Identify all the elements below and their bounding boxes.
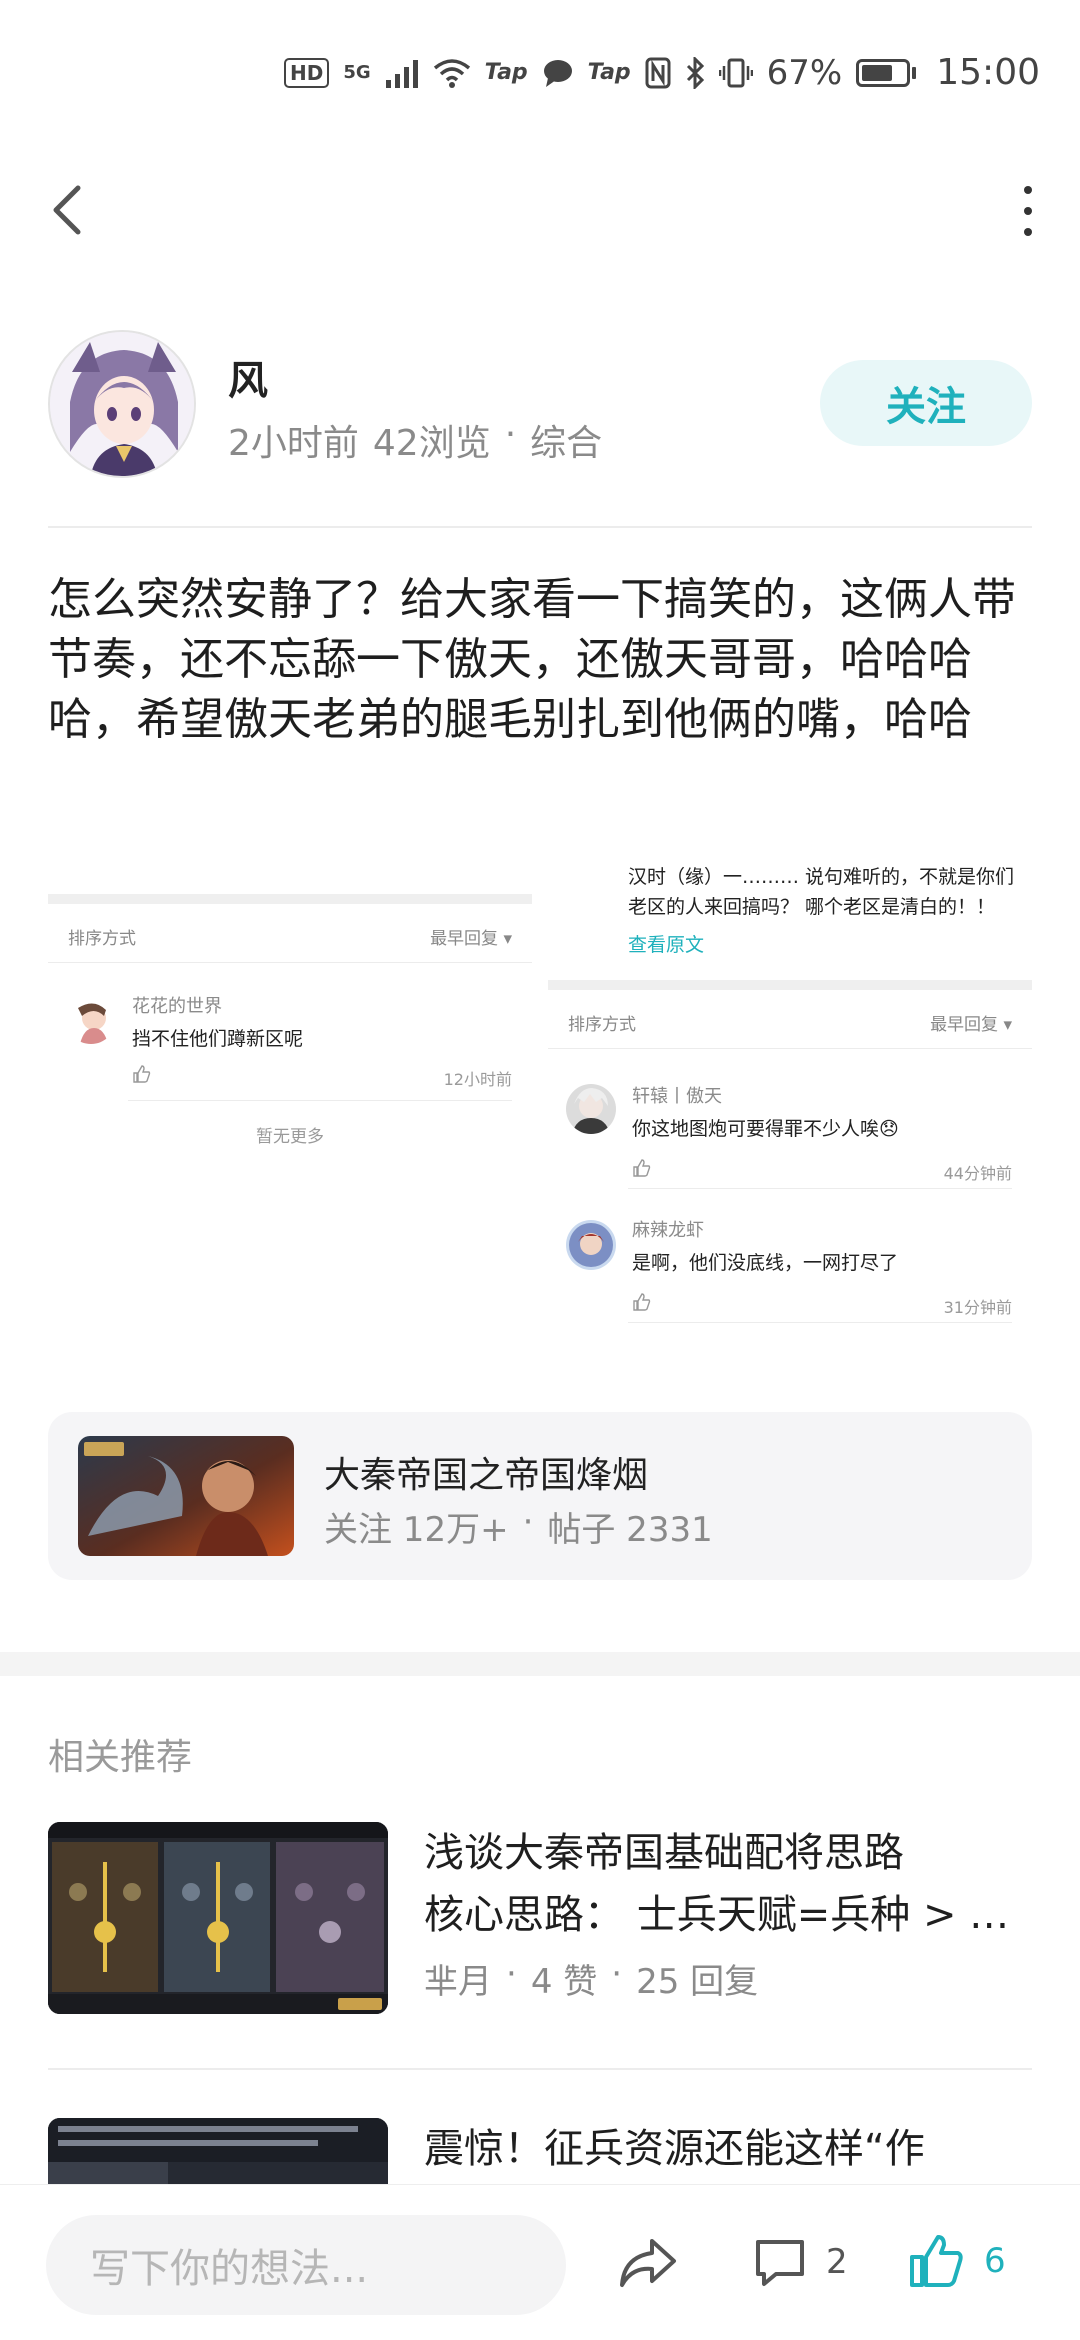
related-heading: 相关推荐 [48, 1737, 193, 1778]
game-thumbnail [78, 1436, 294, 1556]
network-type-label: 5G [343, 62, 371, 83]
comment-time: 12小时前 [443, 1070, 512, 1089]
comment-text: 你这地图炮可要得罪不少人唉😞 [632, 1118, 899, 1140]
bluetooth-icon [686, 56, 704, 89]
related-likes: 4 赞 [530, 1962, 598, 2002]
avatar [566, 1084, 616, 1134]
status-bar: HD 5G Tap Tap 67% 15:00 [0, 0, 1080, 140]
game-posts: 帖子 2331 [547, 1510, 713, 1550]
comment-input[interactable]: 写下你的想法... [46, 2215, 566, 2315]
comment-time: 44分钟前 [943, 1164, 1012, 1183]
like-button[interactable]: 6 [906, 2225, 1006, 2297]
meta-separator: · [522, 1502, 534, 1542]
comment-count: 2 [826, 2242, 848, 2282]
related-thumbnail [48, 1822, 388, 2014]
quoted-text: 汉时（缘）一……… 说句难听的，不就是你们 老区的人来回搞吗？ 哪个老区是清白的… [628, 866, 1015, 918]
post-image-left[interactable]: 排序方式 最早回复 ▾ 花花的世界 挡不住他们蹲新区呢 12小时前 暂无更多 [48, 894, 532, 1154]
view-original-link: 查看原文 [628, 934, 705, 956]
post-image-right[interactable]: 汉时（缘）一……… 说句难听的，不就是你们 老区的人来回搞吗？ 哪个老区是清白的… [548, 862, 1032, 1324]
avatar [566, 1220, 616, 1270]
game-meta: 关注 12万+ · 帖子 2331 [324, 1502, 713, 1551]
author-name[interactable]: 风 [228, 348, 268, 406]
comment-author: 轩辕丨傲天 [632, 1086, 722, 1107]
sort-value: 最早回复 ▾ [930, 1015, 1012, 1035]
view-count: 42浏览 [372, 423, 491, 464]
meta-separator: · [611, 1954, 623, 1994]
related-item[interactable]: 浅谈大秦帝国基础配将思路 核心思路： 士兵天赋=兵种 > … 芈月 · 4 赞 … [48, 1822, 1032, 2018]
comment-text: 挡不住他们蹲新区呢 [132, 1028, 304, 1050]
chat-bubble-icon [543, 59, 572, 87]
status-icons: HD 5G Tap Tap 67% 15:00 [284, 52, 1040, 93]
game-card[interactable]: 大秦帝国之帝国烽烟 关注 12万+ · 帖子 2331 [48, 1412, 1032, 1580]
share-icon [620, 2239, 676, 2287]
thumbs-up-icon [910, 2235, 963, 2287]
meta-separator: · [506, 1954, 517, 1994]
avatar [66, 994, 116, 1044]
post-body: 怎么突然安静了？给大家看一下搞笑的，这俩人带节奏，还不忘舔一下傲天，还傲天哥哥，… [48, 574, 1016, 745]
related-title: 浅谈大秦帝国基础配将思路 核心思路： 士兵天赋=兵种 > … [424, 1830, 1010, 1938]
comment-author: 花花的世界 [132, 996, 222, 1017]
thumbs-up-icon [633, 1159, 651, 1177]
follow-button[interactable]: 关注 [820, 360, 1032, 446]
comment-time: 31分钟前 [943, 1298, 1012, 1317]
post-meta: 2小时前 42浏览 · 综合 [228, 414, 602, 466]
section-divider [0, 1652, 1080, 1676]
related-meta: 芈月 · 4 赞 · 25 回复 [424, 1954, 758, 2003]
wifi-icon [433, 58, 470, 88]
top-nav [0, 170, 1080, 250]
post-category[interactable]: 综合 [530, 414, 602, 466]
comment-icon [756, 2240, 804, 2286]
related-author: 芈月 [424, 1962, 492, 2002]
sort-value: 最早回复 ▾ [430, 929, 512, 949]
tap-icon: Tap [484, 60, 528, 85]
thumbs-up-icon [633, 1293, 651, 1311]
header-divider [48, 526, 1032, 528]
related-replies: 25 回复 [636, 1962, 759, 2002]
chevron-left-icon [53, 185, 81, 235]
no-more-label: 暂无更多 [256, 1127, 324, 1147]
game-followers: 关注 12万+ [324, 1510, 509, 1550]
bottom-action-bar: 写下你的想法... 2 6 [0, 2184, 1080, 2340]
battery-percent: 67% [766, 52, 843, 93]
nfc-icon [645, 57, 671, 88]
related-divider [48, 2068, 1032, 2070]
back-button[interactable] [44, 182, 94, 238]
post-time: 2小时前 [228, 423, 359, 464]
battery-icon [856, 58, 917, 87]
avatar[interactable] [48, 330, 196, 478]
author-row: 风 2小时前 42浏览 · 综合 关注 [48, 330, 1032, 480]
thumbs-up-icon [133, 1065, 151, 1083]
related-title: 震惊！征兵资源还能这样“作 [424, 2126, 925, 2172]
tap-icon: Tap [587, 60, 631, 85]
signal-icon [385, 59, 418, 88]
more-options-button[interactable] [1016, 186, 1040, 236]
comments-button[interactable]: 2 [752, 2227, 848, 2297]
comment-text: 是啊，他们没底线，一网打尽了 [632, 1252, 899, 1274]
comment-author: 麻辣龙虾 [632, 1220, 704, 1241]
clock: 15:00 [936, 52, 1040, 93]
game-title: 大秦帝国之帝国烽烟 [324, 1455, 649, 1496]
sort-label: 排序方式 [68, 929, 136, 949]
share-button[interactable] [616, 2231, 680, 2295]
meta-separator: · [504, 414, 517, 455]
vibrate-icon [718, 58, 753, 87]
hd-icon: HD [284, 57, 330, 88]
sort-label: 排序方式 [568, 1015, 636, 1035]
more-vertical-icon [1024, 186, 1032, 194]
like-count: 6 [984, 2241, 1006, 2281]
